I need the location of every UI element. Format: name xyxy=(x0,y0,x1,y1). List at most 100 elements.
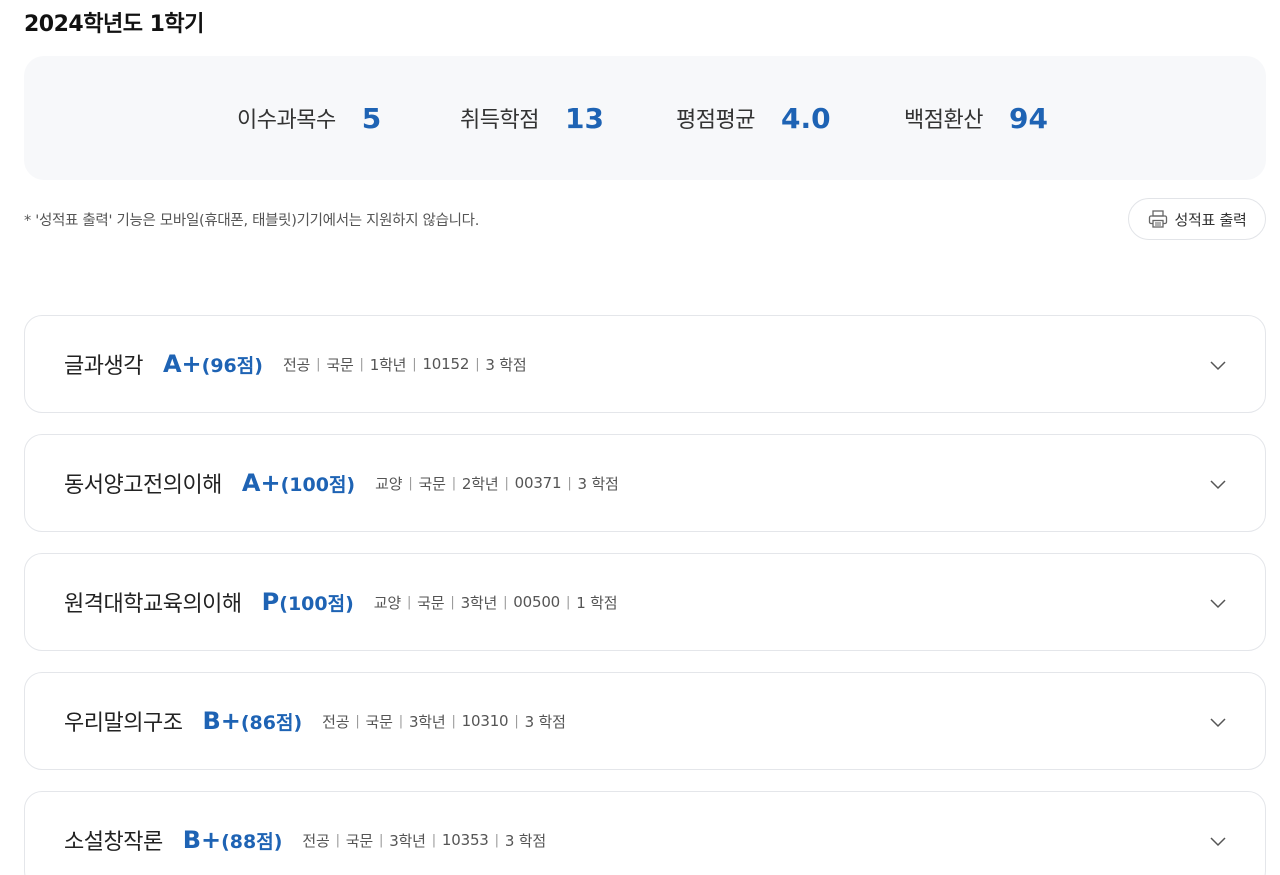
meta-separator: | xyxy=(450,594,455,610)
meta-separator: | xyxy=(379,832,384,848)
course-grade: B+ (86점) xyxy=(202,707,302,735)
course-code: 10152 xyxy=(422,355,470,373)
course-card[interactable]: 글과생각 A+ (96점) 전공 | 국문 | 1학년 | 10152 | 3 학점 xyxy=(24,315,1266,413)
meta-separator: | xyxy=(567,475,572,491)
grade-letter: A+ xyxy=(162,350,202,378)
course-grade: A+ (100점) xyxy=(242,469,355,497)
meta-separator: | xyxy=(494,832,499,848)
course-credits: 3 학점 xyxy=(524,712,566,731)
chevron-down-icon[interactable] xyxy=(1209,832,1227,850)
course-name: 우리말의구조 xyxy=(64,711,183,736)
meta-separator: | xyxy=(504,475,509,491)
stat-percentile-label: 백점환산 xyxy=(904,108,983,133)
meta-separator: | xyxy=(475,356,480,372)
course-year: 1학년 xyxy=(369,355,407,374)
course-year: 3학년 xyxy=(408,712,446,731)
printer-icon xyxy=(1148,210,1168,228)
course-type: 전공 xyxy=(302,831,330,850)
course-card[interactable]: 원격대학교육의이해 P (100점) 교양 | 국문 | 3학년 | 00500 | 1 학점 xyxy=(24,553,1266,651)
course-type: 교양 xyxy=(373,593,401,612)
stat-gpa: 평점평균 4.0 xyxy=(676,56,831,180)
course-meta: 전공 | 국문 | 1학년 | 10152 | 3 학점 xyxy=(283,354,527,375)
course-card[interactable]: 소설창작론 B+ (88점) 전공 | 국문 | 3학년 | 10353 | 3 학점 xyxy=(24,791,1266,875)
grade-letter: A+ xyxy=(241,469,281,497)
course-type: 교양 xyxy=(375,474,403,493)
course-grade: A+ (96점) xyxy=(163,350,263,378)
course-credits: 3 학점 xyxy=(504,831,546,850)
meta-separator: | xyxy=(503,594,508,610)
course-type: 전공 xyxy=(322,712,350,731)
course-department: 국문 xyxy=(326,355,354,374)
grade-score: (100점) xyxy=(280,474,356,496)
course-credits: 3 학점 xyxy=(485,355,527,374)
course-year: 3학년 xyxy=(389,831,426,850)
course-name: 동서양고전의이해 xyxy=(64,473,222,498)
course-row: 소설창작론 B+ (88점) 전공 | 국문 | 3학년 | 10353 | 3 학점 xyxy=(64,792,546,875)
grade-score: (96점) xyxy=(201,355,263,377)
course-code: 00500 xyxy=(513,593,561,611)
meta-separator: | xyxy=(359,356,364,372)
stat-gpa-label: 평점평균 xyxy=(676,108,755,133)
course-meta: 교양 | 국문 | 2학년 | 00371 | 3 학점 xyxy=(375,473,619,494)
meta-separator: | xyxy=(355,713,360,729)
course-code: 10310 xyxy=(461,712,509,730)
chevron-down-icon[interactable] xyxy=(1209,356,1227,374)
course-card[interactable]: 우리말의구조 B+ (86점) 전공 | 국문 | 3학년 | 10310 | 3 학점 xyxy=(24,672,1266,770)
course-code: 00371 xyxy=(514,474,562,492)
grade-score: (86점) xyxy=(240,712,303,734)
chevron-down-icon[interactable] xyxy=(1209,713,1227,731)
meta-separator: | xyxy=(412,356,417,372)
course-code: 10353 xyxy=(441,831,489,849)
stat-course-count-value: 5 xyxy=(361,101,382,135)
print-transcript-button[interactable]: 성적표 출력 xyxy=(1128,198,1266,240)
course-name: 원격대학교육의이해 xyxy=(64,592,242,617)
meta-separator: | xyxy=(398,713,403,729)
course-row: 우리말의구조 B+ (86점) 전공 | 국문 | 3학년 | 10310 | 3 학점 xyxy=(64,673,566,769)
course-name: 글과생각 xyxy=(64,354,143,379)
course-department: 국문 xyxy=(345,831,373,850)
course-year: 2학년 xyxy=(461,474,499,493)
stat-course-count: 이수과목수 5 xyxy=(237,56,381,180)
course-row: 글과생각 A+ (96점) 전공 | 국문 | 1학년 | 10152 | 3 학점 xyxy=(64,316,527,412)
stat-percentile: 백점환산 94 xyxy=(904,56,1048,180)
course-credits: 3 학점 xyxy=(577,474,619,493)
stat-gpa-value: 4.0 xyxy=(780,101,831,135)
grade-letter: P xyxy=(261,588,280,616)
meta-separator: | xyxy=(451,475,456,491)
grade-score: (88점) xyxy=(221,831,283,853)
meta-separator: | xyxy=(431,832,436,848)
course-row: 동서양고전의이해 A+ (100점) 교양 | 국문 | 2학년 | 00371 | 3 학점 xyxy=(64,435,619,531)
course-grade: B+ (88점) xyxy=(183,826,283,854)
chevron-down-icon[interactable] xyxy=(1209,594,1227,612)
course-meta: 교양 | 국문 | 3학년 | 00500 | 1 학점 xyxy=(374,592,618,613)
print-notice: * '성적표 출력' 기능은 모바일(휴대폰, 태블릿)기기에서는 지원하지 않… xyxy=(24,213,480,229)
stat-percentile-value: 94 xyxy=(1008,101,1048,135)
grade-summary-panel: 이수과목수 5 취득학점 13 평점평균 4.0 백점환산 94 xyxy=(24,56,1266,180)
grade-letter: B+ xyxy=(202,707,241,735)
course-name: 소설창작론 xyxy=(64,830,163,855)
course-department: 국문 xyxy=(417,593,445,612)
stat-credits-earned-label: 취득학점 xyxy=(460,108,539,133)
meta-separator: | xyxy=(316,356,321,372)
meta-separator: | xyxy=(406,594,412,610)
course-meta: 전공 | 국문 | 3학년 | 10310 | 3 학점 xyxy=(322,711,566,732)
grades-page: 2024학년도 1학기 이수과목수 5 취득학점 13 평점평균 4.0 백점환… xyxy=(0,0,1280,875)
course-department: 국문 xyxy=(418,474,446,493)
semester-title: 2024학년도 1학기 xyxy=(24,12,204,37)
course-year: 3학년 xyxy=(460,593,498,612)
meta-separator: | xyxy=(335,832,340,848)
meta-separator: | xyxy=(514,713,519,729)
chevron-down-icon[interactable] xyxy=(1209,475,1227,493)
course-card[interactable]: 동서양고전의이해 A+ (100점) 교양 | 국문 | 2학년 | 00371 | 3 학점 xyxy=(24,434,1266,532)
print-transcript-label: 성적표 출력 xyxy=(1174,210,1247,229)
course-grade: P (100점) xyxy=(262,588,354,616)
course-meta: 전공 | 국문 | 3학년 | 10353 | 3 학점 xyxy=(302,830,546,851)
stat-credits-earned-value: 13 xyxy=(564,101,604,135)
course-type: 전공 xyxy=(282,355,311,374)
meta-separator: | xyxy=(566,594,571,610)
meta-separator: | xyxy=(408,475,413,491)
meta-separator: | xyxy=(451,713,456,729)
stat-course-count-label: 이수과목수 xyxy=(237,108,336,133)
stat-credits-earned: 취득학점 13 xyxy=(460,56,604,180)
grade-score: (100점) xyxy=(279,593,354,615)
